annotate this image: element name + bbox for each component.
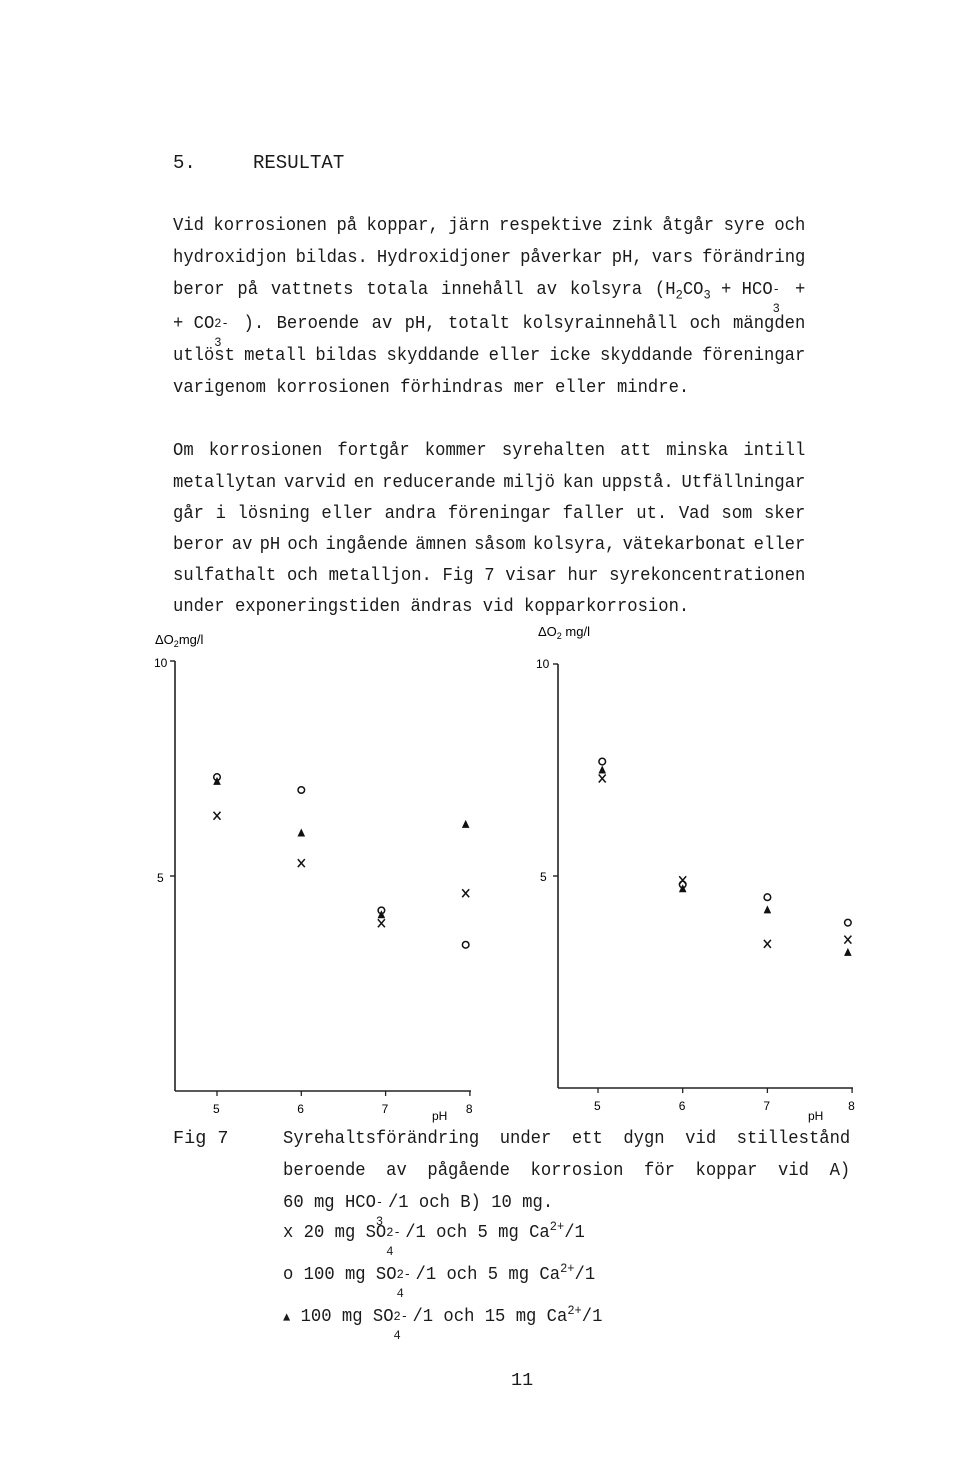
legend-item-triangle: ▲ 100 mg SO 2- 4/1 och 15 mg Ca2+/1 bbox=[283, 1302, 603, 1344]
chart-b-ytick-10: 10 bbox=[536, 657, 550, 671]
chart-b-ytick-5: 5 bbox=[540, 870, 547, 884]
point-circle-marker bbox=[598, 757, 607, 766]
chart-a: 5 6 7 8 pH bbox=[170, 660, 473, 1123]
x-marker-icon: x bbox=[283, 1222, 294, 1243]
word: under bbox=[499, 1128, 552, 1149]
caption-line1: Syrehaltsförändring under ett dygn vid stille… bbox=[283, 1128, 850, 1149]
x-tick-label: 5 bbox=[213, 1102, 220, 1116]
word: stillestånd bbox=[736, 1128, 851, 1149]
legend-item-x: x 20 mg SO 2- 4/1 och 5 mg Ca2+/1 bbox=[283, 1218, 585, 1260]
word: ett bbox=[571, 1128, 603, 1149]
point-triangle-marker bbox=[461, 819, 470, 828]
x-tick-label: 6 bbox=[679, 1099, 686, 1113]
x-tick-label: 7 bbox=[382, 1102, 389, 1116]
point-x-marker bbox=[763, 939, 772, 949]
word: dygn bbox=[623, 1128, 665, 1149]
point-circle-marker bbox=[843, 918, 852, 927]
point-circle-marker bbox=[763, 893, 772, 902]
x-tick-label: 8 bbox=[466, 1102, 473, 1116]
word: vid bbox=[685, 1128, 717, 1149]
word: koppar bbox=[695, 1160, 758, 1181]
point-triangle-marker bbox=[763, 905, 772, 914]
point-x-marker bbox=[461, 888, 470, 898]
word: Syrehaltsförändring bbox=[283, 1128, 480, 1149]
point-x-marker bbox=[377, 918, 386, 928]
word: av bbox=[386, 1160, 407, 1181]
word: vid bbox=[778, 1160, 810, 1181]
point-triangle-marker bbox=[297, 828, 306, 837]
point-circle-marker bbox=[297, 785, 306, 795]
caption-line3: 60 mg HCO -3/1 och B) 10 mg. bbox=[283, 1192, 554, 1230]
x-axis-label: pH bbox=[808, 1109, 823, 1123]
x-tick-label: 5 bbox=[594, 1099, 601, 1113]
point-triangle-marker bbox=[598, 765, 607, 774]
figure-label: Fig 7 bbox=[173, 1128, 229, 1149]
word: korrosion bbox=[530, 1160, 624, 1181]
chart-a-ylabel: ΔO2mg/l bbox=[155, 632, 203, 649]
page-number: 11 bbox=[511, 1370, 534, 1391]
caption-line2: beroende av pågående korrosion för koppar vid A… bbox=[283, 1160, 850, 1181]
word: beroende bbox=[283, 1160, 366, 1181]
point-x-marker bbox=[598, 773, 607, 783]
triangle-marker-icon: ▲ bbox=[283, 1310, 291, 1325]
x-axis-label: pH bbox=[432, 1109, 447, 1123]
point-x-marker bbox=[212, 811, 222, 821]
chart-a-ytick-5: 5 bbox=[157, 871, 164, 885]
chart-b: 5 6 7 8 pH bbox=[553, 663, 855, 1123]
word: pågående bbox=[427, 1160, 510, 1181]
figure-7-charts: ΔO2mg/l 10 5 5 6 7 8 pH ΔO2 mg/l 10 5 5 6 7 8 pH bbox=[154, 624, 855, 1123]
x-tick-label: 6 bbox=[297, 1102, 304, 1116]
point-circle-marker bbox=[461, 940, 470, 949]
legend-item-circle: o 100 mg SO 2- 4/1 och 5 mg Ca2+/1 bbox=[283, 1260, 596, 1302]
x-tick-label: 8 bbox=[848, 1099, 855, 1113]
circle-marker-icon: o bbox=[283, 1264, 294, 1285]
chart-a-ytick-10: 10 bbox=[154, 656, 168, 670]
point-triangle-marker bbox=[844, 947, 852, 956]
word: A) bbox=[829, 1160, 851, 1181]
chart-b-ylabel: ΔO2 mg/l bbox=[538, 624, 590, 641]
word: för bbox=[643, 1160, 675, 1181]
x-tick-label: 7 bbox=[763, 1099, 770, 1113]
point-x-marker bbox=[843, 935, 852, 945]
point-x-marker bbox=[297, 858, 306, 868]
